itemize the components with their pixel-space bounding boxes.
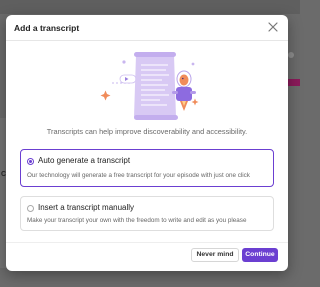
- background-header: [0, 0, 300, 14]
- option-title: Auto generate a transcript: [38, 156, 131, 165]
- dialog-subtitle: Transcripts can help improve discoverabi…: [46, 127, 248, 136]
- continue-button[interactable]: Continue: [242, 248, 278, 262]
- option-description: Make your transcript your own with the f…: [27, 217, 247, 224]
- option-description: Our technology will generate a free tran…: [27, 172, 250, 179]
- radio-selected[interactable]: [27, 158, 34, 165]
- dialog-title: Add a transcript: [14, 23, 80, 33]
- transcript-illustration: [100, 52, 199, 120]
- insert-manually-option[interactable]: Insert a transcript manually Make your t…: [20, 196, 274, 231]
- background-avatar: [288, 52, 294, 58]
- dialog-header: Add a transcript: [6, 15, 288, 41]
- radio-unselected[interactable]: [27, 205, 34, 212]
- close-button[interactable]: [266, 20, 280, 34]
- background-accent-bar: [286, 79, 300, 86]
- footer-divider: [6, 242, 288, 243]
- add-transcript-dialog: Add a transcript Transcripts can help im…: [6, 15, 288, 271]
- auto-generate-option[interactable]: Auto generate a transcript Our technolog…: [20, 149, 274, 187]
- option-title: Insert a transcript manually: [38, 203, 135, 212]
- close-icon: [268, 22, 278, 32]
- never-mind-button[interactable]: Never mind: [191, 248, 239, 262]
